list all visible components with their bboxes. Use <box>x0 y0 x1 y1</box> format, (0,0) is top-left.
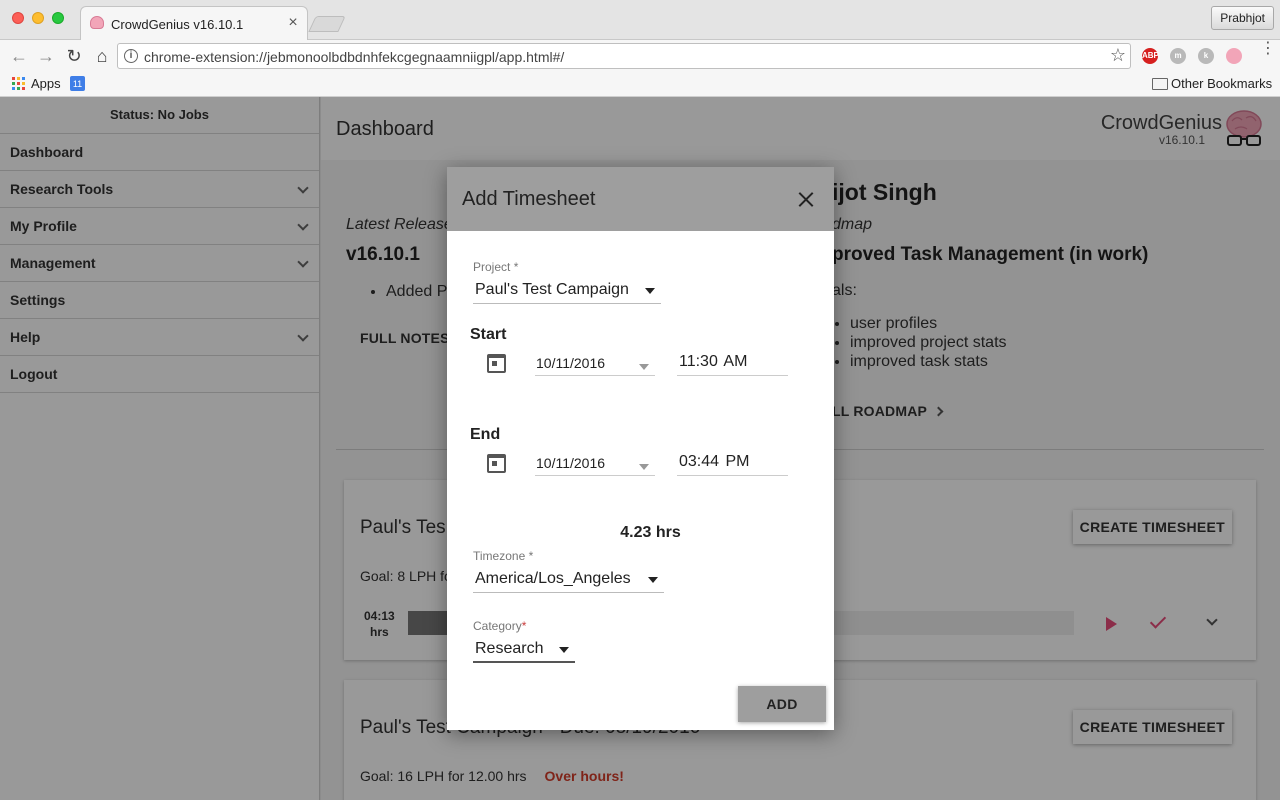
brain-favicon-icon <box>90 16 104 29</box>
apps-bookmark[interactable]: Apps <box>31 76 61 91</box>
category-value: Research <box>475 640 544 657</box>
project-label-text: Project <box>473 260 511 274</box>
category-label: Category* <box>473 619 526 633</box>
project-select[interactable]: Paul's Test Campaign <box>473 278 661 304</box>
profile-button[interactable]: Prabhjot <box>1211 6 1274 30</box>
add-button[interactable]: ADD <box>738 686 826 722</box>
start-date-value: 10/11/2016 <box>536 355 606 371</box>
timezone-label-text: Timezone <box>473 549 526 563</box>
caret-down-icon <box>639 364 649 370</box>
close-icon[interactable] <box>796 189 816 209</box>
forward-arrow-icon[interactable]: → <box>35 45 57 67</box>
back-arrow-icon[interactable]: ← <box>8 45 30 67</box>
calendar-bookmark-icon[interactable]: 11 <box>70 76 85 91</box>
adblock-icon[interactable]: ABP <box>1142 48 1159 64</box>
bookmark-star-icon[interactable]: ☆ <box>1110 45 1126 66</box>
add-timesheet-dialog: Add Timesheet Project * Paul's Test Camp… <box>447 167 834 730</box>
folder-icon <box>1152 78 1168 90</box>
project-label: Project * <box>473 260 518 274</box>
project-value: Paul's Test Campaign <box>475 281 629 298</box>
zoom-window-button[interactable] <box>52 12 64 24</box>
browser-menu-icon[interactable]: ⋮ <box>1260 41 1276 57</box>
other-bookmarks[interactable]: Other Bookmarks <box>1171 76 1272 91</box>
start-date-input[interactable]: 10/11/2016 <box>535 350 655 376</box>
k-extension-icon[interactable]: k <box>1198 48 1214 64</box>
timezone-label: Timezone * <box>473 549 533 563</box>
end-date-input[interactable]: 10/11/2016 <box>535 450 655 476</box>
dialog-title: Add Timesheet <box>462 188 596 210</box>
apps-grid-icon[interactable] <box>12 77 25 90</box>
new-tab-button[interactable] <box>308 16 346 32</box>
required-mark: * <box>513 260 519 274</box>
browser-titlebar: CrowdGenius v16.10.1 × Prabhjot <box>0 0 1280 40</box>
end-heading: End <box>470 426 501 443</box>
timezone-value: America/Los_Angeles <box>475 570 631 587</box>
duration-total: 4.23 hrs <box>620 524 681 541</box>
browser-tab[interactable]: CrowdGenius v16.10.1 × <box>80 6 308 40</box>
caret-down-icon <box>648 577 658 583</box>
m-extension-icon[interactable]: m <box>1170 48 1186 64</box>
calendar-icon[interactable] <box>487 454 506 473</box>
dialog-header: Add Timesheet <box>447 167 834 231</box>
browser-toolbar: ← → ↻ ⌂ i chrome-extension://jebmonoolbd… <box>0 40 1280 72</box>
required-mark: * <box>528 549 534 563</box>
tab-title: CrowdGenius v16.10.1 <box>111 17 244 32</box>
start-time-value: 11:30 AM <box>679 353 748 370</box>
required-mark: * <box>521 619 527 633</box>
end-time-value: 03:44 PM <box>679 453 750 470</box>
caret-down-icon <box>559 647 569 653</box>
caret-down-icon <box>639 464 649 470</box>
bookmarks-bar: Apps 11 Other Bookmarks <box>0 72 1280 97</box>
reload-icon[interactable]: ↻ <box>63 45 85 67</box>
start-heading: Start <box>470 326 507 343</box>
home-icon[interactable]: ⌂ <box>91 45 113 67</box>
end-time-input[interactable]: 03:44 PM <box>677 450 788 476</box>
start-time-input[interactable]: 11:30 AM <box>677 350 788 376</box>
category-select[interactable]: Research <box>473 637 575 663</box>
calendar-icon[interactable] <box>487 354 506 373</box>
caret-down-icon <box>645 288 655 294</box>
minimize-window-button[interactable] <box>32 12 44 24</box>
category-label-text: Category <box>473 619 522 633</box>
address-bar[interactable]: i chrome-extension://jebmonoolbdbdnhfekc… <box>117 43 1131 69</box>
close-window-button[interactable] <box>12 12 24 24</box>
end-date-value: 10/11/2016 <box>536 455 606 471</box>
crowdgenius-extension-icon[interactable] <box>1226 48 1242 64</box>
timezone-select[interactable]: America/Los_Angeles <box>473 567 664 593</box>
info-icon[interactable]: i <box>124 49 138 63</box>
url-text[interactable]: chrome-extension://jebmonoolbdbdnhfekcge… <box>144 49 564 65</box>
tab-close-icon[interactable]: × <box>285 14 301 32</box>
